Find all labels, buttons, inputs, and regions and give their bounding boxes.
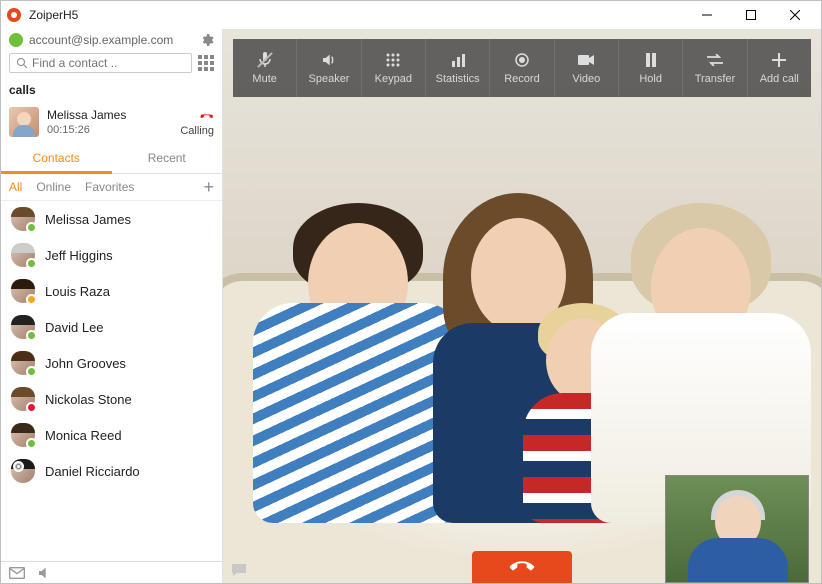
- presence-badge: [26, 258, 37, 269]
- dialpad-icon[interactable]: [198, 55, 214, 71]
- mic-muted-icon: [258, 51, 272, 69]
- keypad-icon: [386, 51, 400, 69]
- contact-avatar: [11, 423, 35, 447]
- caller-avatar: [9, 107, 39, 137]
- maximize-button[interactable]: [729, 1, 773, 29]
- speaker-label: Speaker: [309, 73, 350, 85]
- subtab-favorites[interactable]: Favorites: [85, 180, 134, 194]
- contact-name: Jeff Higgins: [45, 248, 113, 263]
- messages-icon[interactable]: [9, 567, 25, 579]
- search-box[interactable]: [9, 53, 192, 73]
- contact-row[interactable]: David Lee: [1, 309, 222, 345]
- record-label: Record: [504, 73, 539, 85]
- hangup-mini-icon[interactable]: [198, 107, 214, 123]
- keypad-label: Keypad: [375, 73, 412, 85]
- stats-icon: [451, 51, 465, 69]
- presence-online-icon: [9, 33, 23, 47]
- presence-badge: [26, 438, 37, 449]
- contact-row[interactable]: Melissa James: [1, 201, 222, 237]
- minimize-button[interactable]: [685, 1, 729, 29]
- contact-name: Louis Raza: [45, 284, 110, 299]
- video-label: Video: [572, 73, 600, 85]
- contact-avatar: [11, 279, 35, 303]
- contact-list: Melissa James Jeff Higgins Louis Raza David…: [1, 201, 222, 561]
- sub-tabs: All Online Favorites +: [1, 174, 222, 201]
- caller-name: Melissa James: [47, 108, 214, 122]
- mute-label: Mute: [252, 73, 276, 85]
- contact-name: David Lee: [45, 320, 104, 335]
- bottom-toolbar: [1, 561, 222, 583]
- transfer-button[interactable]: Transfer: [683, 39, 747, 97]
- presence-badge: [26, 402, 37, 413]
- tab-contacts-label: Contacts: [33, 151, 80, 165]
- subtab-all[interactable]: All: [9, 180, 22, 194]
- contact-name: Daniel Ricciardo: [45, 464, 140, 479]
- contact-row[interactable]: Monica Reed: [1, 417, 222, 453]
- statistics-button[interactable]: Statistics: [426, 39, 490, 97]
- self-video-preview[interactable]: [665, 475, 809, 583]
- presence-badge: [26, 222, 37, 233]
- contact-name: John Grooves: [45, 356, 126, 371]
- contact-avatar: [11, 387, 35, 411]
- transfer-icon: [707, 51, 723, 69]
- tab-recent-label: Recent: [148, 151, 186, 165]
- statistics-label: Statistics: [436, 73, 480, 85]
- titlebar: ZoiperH5: [1, 1, 821, 29]
- sidebar: account@sip.example.com calls Melissa Ja…: [1, 29, 223, 583]
- video-panel: Mute Speaker Keypad Statistics Record Vi…: [223, 29, 821, 583]
- contact-avatar: [11, 351, 35, 375]
- contact-row[interactable]: Jeff Higgins: [1, 237, 222, 273]
- tab-recent[interactable]: Recent: [112, 143, 223, 173]
- call-toolbar: Mute Speaker Keypad Statistics Record Vi…: [233, 39, 811, 97]
- record-button[interactable]: Record: [490, 39, 554, 97]
- speaker-icon[interactable]: [37, 566, 53, 580]
- contact-name: Melissa James: [45, 212, 131, 227]
- addcall-label: Add call: [760, 73, 799, 85]
- presence-badge: [26, 294, 37, 305]
- app-title: ZoiperH5: [29, 8, 685, 22]
- app-icon: [5, 6, 23, 24]
- speaker-out-icon: [321, 51, 337, 69]
- hold-label: Hold: [639, 73, 662, 85]
- contact-avatar: [11, 315, 35, 339]
- contact-row[interactable]: Daniel Ricciardo: [1, 453, 222, 489]
- close-button[interactable]: [773, 1, 817, 29]
- tab-contacts[interactable]: Contacts: [1, 143, 112, 173]
- video-icon: [578, 51, 594, 69]
- record-icon: [515, 51, 529, 69]
- active-call-card[interactable]: Melissa James 00:15:26 Calling: [1, 101, 222, 143]
- video-button[interactable]: Video: [555, 39, 619, 97]
- speaker-button[interactable]: Speaker: [297, 39, 361, 97]
- contact-name: Monica Reed: [45, 428, 122, 443]
- contact-avatar: [11, 243, 35, 267]
- pause-icon: [645, 51, 657, 69]
- contact-avatar: [11, 459, 35, 483]
- hangup-button[interactable]: [472, 551, 572, 583]
- calls-section-label: calls: [1, 79, 222, 101]
- presence-badge: [26, 330, 37, 341]
- main-tabs: Contacts Recent: [1, 143, 222, 174]
- contact-row[interactable]: Louis Raza: [1, 273, 222, 309]
- settings-gear-icon[interactable]: [200, 33, 214, 47]
- presence-badge: [26, 366, 37, 377]
- account-row[interactable]: account@sip.example.com: [1, 29, 222, 51]
- subtab-online[interactable]: Online: [36, 180, 71, 194]
- account-label: account@sip.example.com: [29, 33, 194, 47]
- contact-row[interactable]: Nickolas Stone: [1, 381, 222, 417]
- contact-name: Nickolas Stone: [45, 392, 132, 407]
- hold-button[interactable]: Hold: [619, 39, 683, 97]
- presence-badge: [13, 461, 24, 472]
- chat-icon[interactable]: [231, 563, 247, 577]
- add-call-button[interactable]: Add call: [748, 39, 811, 97]
- contact-avatar: [11, 207, 35, 231]
- transfer-label: Transfer: [695, 73, 736, 85]
- mute-button[interactable]: Mute: [233, 39, 297, 97]
- search-icon: [16, 57, 28, 69]
- plus-icon: [772, 51, 786, 69]
- contact-row[interactable]: John Grooves: [1, 345, 222, 381]
- search-input[interactable]: [32, 56, 185, 70]
- add-contact-button[interactable]: +: [203, 178, 214, 196]
- call-status: Calling: [180, 125, 214, 137]
- keypad-button[interactable]: Keypad: [362, 39, 426, 97]
